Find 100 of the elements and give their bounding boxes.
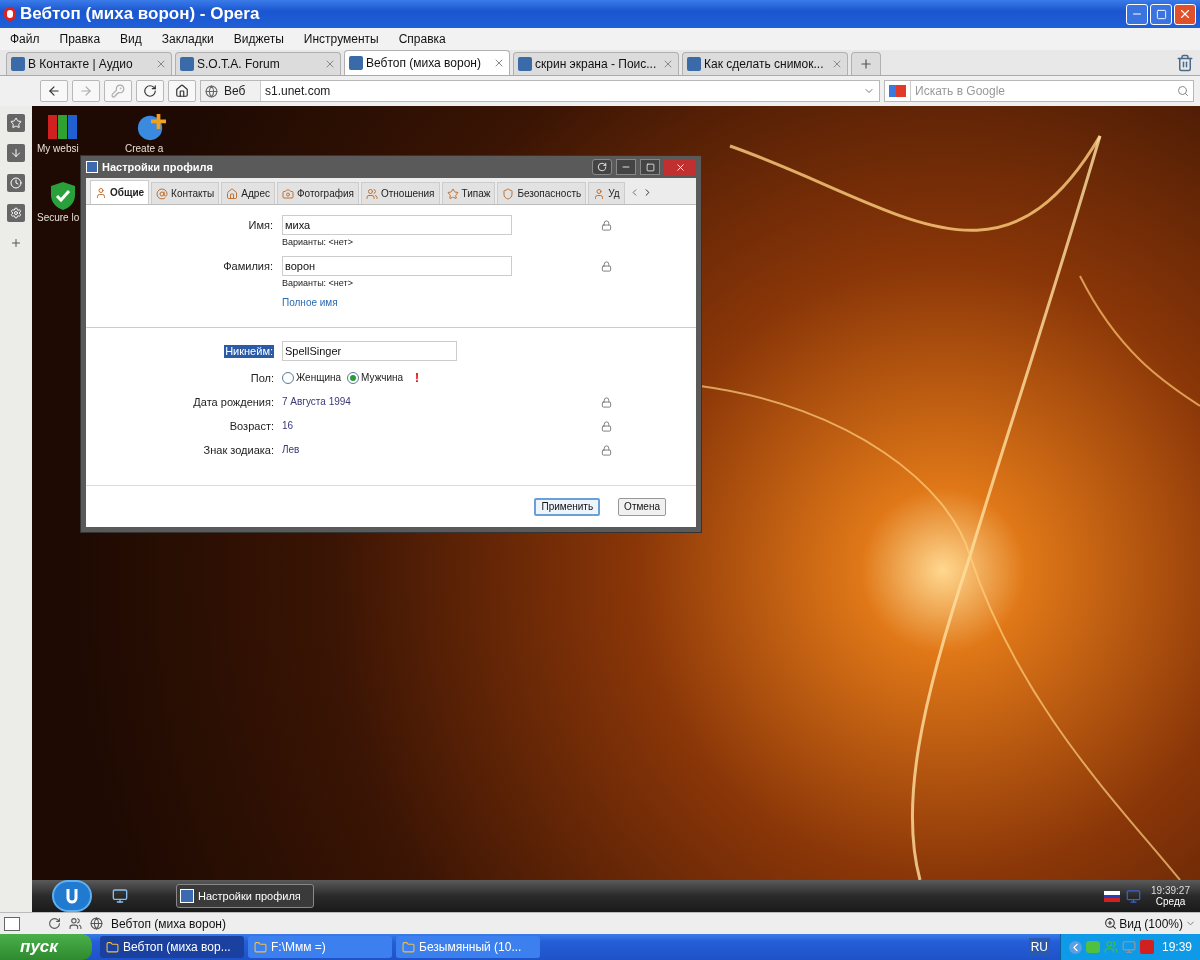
menu-item[interactable]: Виджеты xyxy=(233,30,284,48)
close-tab-icon[interactable] xyxy=(155,58,167,70)
close-tab-icon[interactable] xyxy=(493,57,505,69)
taskbar-task[interactable]: Настройки профиля xyxy=(176,884,314,908)
back-button[interactable] xyxy=(40,80,68,102)
reload-button[interactable] xyxy=(136,80,164,102)
shortcut-label: Secure lo xyxy=(37,212,80,223)
tray-clock: 19:39 xyxy=(1161,939,1192,956)
u-logo-icon xyxy=(65,887,79,905)
panel-toggle-button[interactable] xyxy=(4,916,20,931)
dialog-button[interactable]: Отмена xyxy=(618,497,666,516)
dialog-tab[interactable]: Отношения xyxy=(360,182,440,204)
dialog-tab[interactable]: Типаж xyxy=(441,182,496,204)
home-button[interactable] xyxy=(168,80,196,102)
browser-tab[interactable]: Как сделать снимок... xyxy=(682,52,848,75)
lock-icon[interactable] xyxy=(601,420,612,432)
maximize-button[interactable] xyxy=(640,159,660,175)
taskbar-task[interactable]: F:\Ммм =) xyxy=(248,936,392,958)
lock-icon[interactable] xyxy=(601,396,612,408)
close-button[interactable] xyxy=(1174,3,1196,25)
close-tab-icon[interactable] xyxy=(662,58,674,70)
browser-tab[interactable]: скрин экрана - Поис... xyxy=(513,52,679,75)
start-button[interactable]: пуск xyxy=(0,934,92,960)
restore-icon xyxy=(1155,8,1167,20)
close-tab-icon[interactable] xyxy=(831,58,843,70)
close-button[interactable] xyxy=(664,159,696,175)
refresh-button[interactable] xyxy=(592,159,612,175)
dialog-tab[interactable]: Адрес xyxy=(221,182,275,204)
close-tab-icon[interactable] xyxy=(324,58,336,70)
url-text: s1.unet.com xyxy=(264,83,332,100)
globe-plus-icon[interactable] xyxy=(136,112,166,142)
scope-button[interactable]: Веб xyxy=(201,81,261,101)
zoom-button[interactable]: Вид (100%) xyxy=(1104,914,1196,933)
folder-icon xyxy=(254,940,267,954)
forward-button[interactable] xyxy=(72,80,100,102)
network-icon[interactable] xyxy=(1126,888,1142,904)
variants-hint: Варианты: <нет> xyxy=(282,236,353,248)
expand-tray-icon[interactable] xyxy=(1068,940,1082,954)
dialog-button[interactable]: Применить xyxy=(534,497,601,516)
desktop-icon[interactable] xyxy=(112,888,128,904)
shield-check-icon[interactable] xyxy=(50,181,76,211)
lock-icon[interactable] xyxy=(601,444,612,456)
russia-flag-icon xyxy=(1104,890,1121,902)
globe-icon xyxy=(205,84,218,98)
settings-icon[interactable] xyxy=(7,204,25,222)
restore-button[interactable] xyxy=(1150,3,1172,25)
download-icon[interactable] xyxy=(7,144,25,162)
new-tab-button[interactable] xyxy=(851,52,881,75)
at-sign-icon xyxy=(156,187,169,200)
field-label: Возраст: xyxy=(229,419,274,433)
camera-icon xyxy=(281,187,294,200)
browser-tab[interactable]: S.O.T.A. Forum xyxy=(175,52,341,75)
address-field[interactable]: Веб s1.unet.com xyxy=(200,80,880,102)
language-indicator[interactable]: RU xyxy=(1028,938,1050,956)
full-name-link[interactable]: Полное имя xyxy=(282,297,338,309)
globe-icon[interactable] xyxy=(90,917,103,930)
history-icon[interactable] xyxy=(7,174,25,192)
status-page-title: Вебтоп (миха ворон) xyxy=(111,915,226,933)
menu-item[interactable]: Справка xyxy=(398,30,446,48)
taskbar-task[interactable]: Вебтоп (миха вор... xyxy=(100,936,244,958)
search-icon[interactable] xyxy=(1177,85,1189,97)
dialog-title: Настройки профиля xyxy=(102,160,213,174)
text-input[interactable]: миха xyxy=(282,215,512,235)
radio-option[interactable]: Мужчина xyxy=(347,372,404,384)
dialog-tab[interactable]: Уд xyxy=(588,182,625,204)
people-icon xyxy=(365,187,378,200)
radio-option[interactable]: Женщина xyxy=(282,372,342,384)
lock-icon[interactable] xyxy=(601,260,612,272)
refresh-icon xyxy=(597,162,607,172)
dialog-tab[interactable]: Контакты xyxy=(151,182,220,204)
star-icon xyxy=(446,187,459,200)
field-label: Знак зодиака: xyxy=(203,443,274,457)
menu-item[interactable]: Вид xyxy=(120,30,142,48)
dialog-tab[interactable]: Общие xyxy=(90,180,150,204)
plus-icon xyxy=(859,57,873,71)
share-icon[interactable] xyxy=(69,917,82,930)
text-input[interactable]: ворон xyxy=(282,256,512,276)
menu-item[interactable]: Закладки xyxy=(161,30,214,48)
sync-icon[interactable] xyxy=(48,917,61,930)
menu-item[interactable]: Инструменты xyxy=(303,30,379,48)
minimize-button[interactable] xyxy=(616,159,636,175)
shield-icon xyxy=(502,187,515,200)
browser-tab[interactable]: Вебтоп (миха ворон) xyxy=(344,50,510,75)
bookmarks-icon[interactable] xyxy=(7,114,25,132)
text-input[interactable]: SpellSinger xyxy=(282,341,457,361)
variants-hint: Варианты: <нет> xyxy=(282,277,353,289)
menu-item[interactable]: Файл xyxy=(10,30,40,48)
u-logo-button[interactable] xyxy=(52,880,92,912)
app-icon xyxy=(86,161,98,173)
house-icon xyxy=(226,187,239,200)
dialog-tab[interactable]: Фотография xyxy=(276,182,359,204)
window-title: Вебтоп (миха ворон) - Opera xyxy=(20,4,260,24)
binders-icon[interactable] xyxy=(48,114,78,140)
browser-tab[interactable]: В Контакте | Аудио xyxy=(6,52,172,75)
site-icon xyxy=(518,57,532,71)
taskbar-task[interactable]: Безымянный (10... xyxy=(396,936,540,958)
trash-icon[interactable] xyxy=(1176,54,1194,72)
lock-icon[interactable] xyxy=(601,219,612,231)
menu-item[interactable]: Правка xyxy=(59,30,101,48)
dialog-tab[interactable]: Безопасность xyxy=(497,182,587,204)
